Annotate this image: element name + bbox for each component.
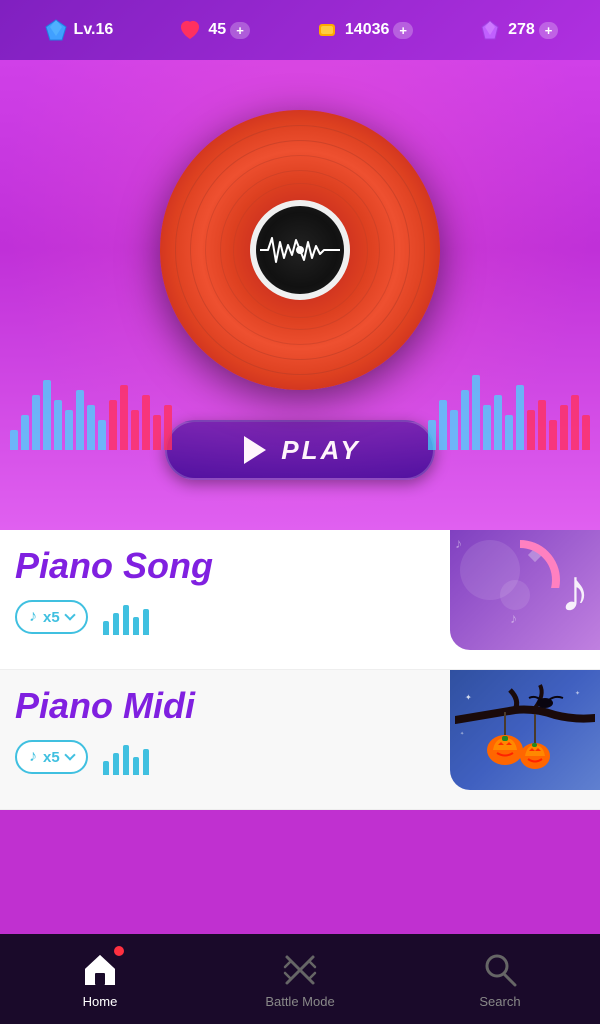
coin-plus[interactable]: + [393,22,413,39]
heart-value: 45 [208,21,226,39]
piano-midi-ticket-label: x5 [43,749,60,766]
play-triangle-icon [244,436,266,464]
gem-stat: 278 + [476,16,558,44]
level-diamond-icon [42,16,70,44]
battle-nav-label: Battle Mode [265,994,334,1009]
home-nav-label: Home [83,994,118,1009]
search-nav-icon [480,950,520,990]
piano-midi-card[interactable]: Piano Midi ♪ x5 [0,670,600,810]
level-value: Lv.16 [74,21,114,39]
piano-midi-title: Piano Midi [15,685,585,727]
level-stat: Lv.16 [42,16,114,44]
nav-item-search[interactable]: Search [400,950,600,1009]
piano-midi-ticket-btn[interactable]: ♪ x5 [15,740,88,774]
piano-song-content: Piano Song ♪ x5 [15,545,585,635]
chevron-down-icon-2 [64,749,75,760]
heart-stat: 45 + [176,16,249,44]
eq-bars-left [10,380,172,450]
gem-plus[interactable]: + [539,22,559,39]
swords-svg-icon [281,951,319,989]
music-bars-icon-2[interactable] [103,739,153,775]
piano-song-card[interactable]: Piano Song ♪ x5 ♪ ♪ ♪ [0,530,600,670]
top-bar: Lv.16 45 + 14036 + 278 + [0,0,600,60]
vinyl-record [160,110,440,390]
ticket-note-icon-2: ♪ [29,748,37,766]
play-label: PLAY [281,435,360,466]
coin-value: 14036 [345,21,390,39]
home-svg-icon [81,951,119,989]
search-svg-icon [481,951,519,989]
piano-midi-controls: ♪ x5 [15,739,585,775]
main-area: PLAY [0,60,600,530]
search-nav-label: Search [479,994,520,1009]
piano-song-ticket-btn[interactable]: ♪ x5 [15,600,88,634]
bottom-nav: Home Battle Mode Search [0,934,600,1024]
heart-icon [176,16,204,44]
battle-nav-icon [280,950,320,990]
waveform-svg [260,230,340,270]
vinyl-center [250,200,350,300]
ticket-note-icon: ♪ [29,608,37,626]
chevron-down-icon [64,609,75,620]
piano-song-controls: ♪ x5 [15,599,585,635]
music-bars-icon-1[interactable] [103,599,153,635]
play-button[interactable]: PLAY [165,420,435,480]
coin-stat: 14036 + [313,16,413,44]
coin-icon [313,16,341,44]
home-nav-icon [80,950,120,990]
piano-midi-content: Piano Midi ♪ x5 [15,685,585,775]
nav-item-home[interactable]: Home [0,950,200,1009]
nav-item-battle[interactable]: Battle Mode [200,950,400,1009]
heart-plus[interactable]: + [230,22,250,39]
gem-icon [476,16,504,44]
piano-song-ticket-label: x5 [43,609,60,626]
song-cards: Piano Song ♪ x5 ♪ ♪ ♪ [0,530,600,810]
piano-song-title: Piano Song [15,545,585,587]
gem-value: 278 [508,21,535,39]
eq-bars-right [428,375,590,450]
home-notification-dot [114,946,124,956]
